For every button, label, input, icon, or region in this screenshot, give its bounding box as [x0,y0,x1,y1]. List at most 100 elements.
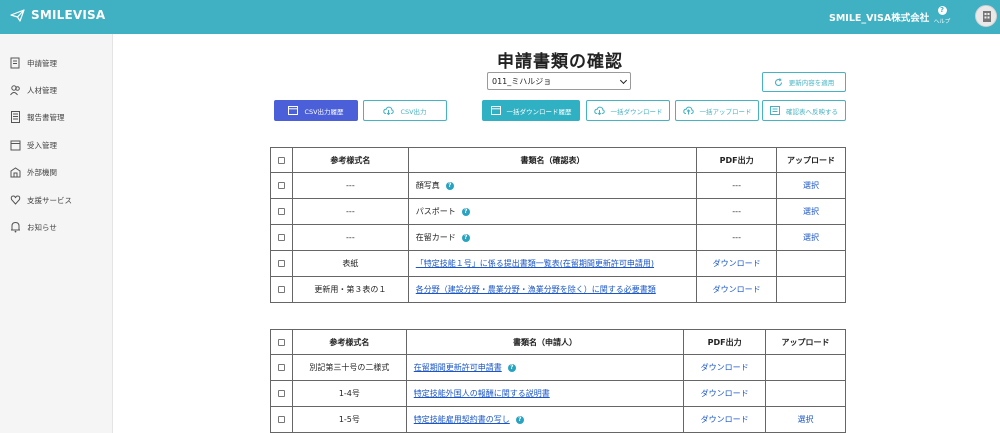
table-row: --- 在留カード? --- 選択 [270,224,846,251]
row-checkbox-cell [270,406,293,433]
pdf-unavailable: --- [732,207,741,216]
sidebar-item-support[interactable]: 支援サービス [10,193,72,207]
sidebar-item-label: 外部機関 [27,167,57,177]
download-link[interactable]: ダウンロード [713,259,761,268]
table-row: --- パスポート? --- 選択 [270,198,846,225]
sidebar-item-acceptance[interactable]: 受入管理 [10,138,57,152]
document-name: パスポート [415,207,456,216]
select-file-link[interactable]: 選択 [803,233,819,242]
select-all-checkbox[interactable] [277,156,285,164]
bulk-download-history-button[interactable]: 一括ダウンロード履歴 [482,100,580,121]
row-checkbox[interactable] [277,182,285,189]
document-name-cell: 顔写真? [407,172,698,199]
sidebar-item-personnel[interactable]: 人材管理 [10,83,57,97]
column-header: PDF出力 [696,147,778,173]
building-icon [10,167,21,178]
select-file-link[interactable]: 選択 [803,207,819,216]
row-checkbox[interactable] [277,416,285,423]
reflect-confirmation-button[interactable]: 確認表へ反映する [762,100,846,121]
confirmation-documents-table: 参考様式名 書類名（確認表） PDF出力 アップロード --- 顔写真? --- 選択… [270,147,846,303]
download-link[interactable]: ダウンロード [713,285,761,294]
window-icon [288,106,299,115]
sidebar-item-label: 受入管理 [27,140,57,150]
pdf-output-cell: ダウンロード [683,380,767,407]
row-checkbox[interactable] [277,286,285,293]
document-name-cell: 各分野（建設分野・農業分野・漁業分野を除く）に関する必要書類 [407,276,698,303]
table-row: 1-4号 特定技能外国人の報酬に関する説明書 ダウンロード [270,380,846,407]
download-link[interactable]: ダウンロード [701,389,749,398]
document-name-cell: 在留期間更新許可申請書? [405,354,685,381]
row-checkbox[interactable] [277,364,285,371]
row-checkbox-cell [270,224,293,251]
help-icon[interactable]: ? [515,415,524,424]
row-checkbox-cell [270,250,293,277]
bulk-upload-button[interactable]: 一括アップロード [675,100,759,121]
document-link[interactable]: 「特定技能１号」に係る提出書類一覧表(在留期間更新許可申請用) [416,259,654,268]
help-icon[interactable]: ? [507,363,516,372]
select-all-checkbox[interactable] [277,338,285,346]
apply-update-button[interactable]: 更新内容を適用 [762,72,846,92]
reference-form-cell: 別記第三十号の二様式 [291,354,407,381]
row-checkbox[interactable] [277,260,285,267]
select-file-link[interactable]: 選択 [798,415,814,424]
sidebar-item-reports[interactable]: 報告書管理 [10,110,65,124]
download-link[interactable]: ダウンロード [701,415,749,424]
csv-output-button[interactable]: CSV出力 [363,100,447,121]
document-name-cell: 在留カード? [407,224,698,251]
brand-logo[interactable]: SMILEVISA [10,8,105,22]
person-select[interactable]: 011_ミハルジョ [487,72,631,90]
document-link[interactable]: 特定技能雇用契約書の写し [414,415,510,424]
page-title: 申請書類の確認 [497,52,623,72]
report-icon [11,111,20,123]
cloud-download-icon [593,106,605,115]
help-icon[interactable]: ? [461,207,470,216]
company-name: SMILE_VISA株式会社 [829,13,930,24]
column-header: 書類名（申請人） [405,329,685,355]
reference-form-cell: 更新用・第３表の１ [291,276,409,303]
document-name-cell: 「特定技能１号」に係る提出書類一覧表(在留期間更新許可申請用) [407,250,698,277]
pdf-unavailable: --- [732,181,741,190]
row-checkbox-cell [270,172,293,199]
help-icon[interactable]: ? [461,233,470,242]
brand-name: SMILEVISA [31,8,106,22]
bulk-download-button[interactable]: 一括ダウンロード [586,100,670,121]
top-bar: SMILEVISA SMILE_VISA株式会社 ? ヘルプ [0,0,1000,34]
sidebar-item-label: 申請管理 [27,58,57,68]
calendar-icon [10,140,21,151]
reference-form-cell: 1-5号 [291,406,407,433]
document-link[interactable]: 各分野（建設分野・農業分野・漁業分野を除く）に関する必要書類 [416,285,656,294]
row-checkbox[interactable] [277,390,285,397]
sidebar-item-label: 支援サービス [27,195,72,205]
csv-history-button[interactable]: CSV出力履歴 [274,100,358,121]
help-button[interactable]: ? ヘルプ [932,6,952,25]
row-checkbox[interactable] [277,208,285,215]
bulk-download-label: 一括ダウンロード [610,107,663,116]
sidebar-item-applications[interactable]: 申請管理 [10,56,57,70]
sidebar-item-notices[interactable]: お知らせ [10,220,57,234]
refresh-icon [774,77,782,86]
applicant-documents-table: 参考様式名 書類名（申請人） PDF出力 アップロード 別記第三十号の二様式 在留… [270,329,846,433]
sidebar-item-external[interactable]: 外部機関 [10,165,57,179]
table-row: 表紙 「特定技能１号」に係る提出書類一覧表(在留期間更新許可申請用) ダウンロード [270,250,846,277]
select-file-link[interactable]: 選択 [803,181,819,190]
upload-cell [776,250,846,277]
document-name-cell: パスポート? [407,198,698,225]
download-link[interactable]: ダウンロード [701,363,749,372]
document-link[interactable]: 特定技能外国人の報酬に関する説明書 [414,389,550,398]
upload-cell: 選択 [776,224,846,251]
column-header: 参考様式名 [291,329,407,355]
row-checkbox-cell [270,198,293,225]
help-icon[interactable]: ? [445,181,454,190]
table-row: --- 顔写真? --- 選択 [270,172,846,199]
reference-form-cell: 1-4号 [291,380,407,407]
avatar[interactable] [975,5,997,27]
document-name-cell: 特定技能雇用契約書の写し? [405,406,685,433]
chevron-down-icon [619,76,628,85]
row-checkbox[interactable] [277,234,285,241]
table-row: 更新用・第３表の１ 各分野（建設分野・農業分野・漁業分野を除く）に関する必要書類 ダ… [270,276,846,303]
document-link[interactable]: 在留期間更新許可申請書 [414,363,502,372]
people-icon [10,85,20,96]
help-icon: ? [937,6,947,15]
upload-cell: 選択 [776,198,846,225]
document-name-cell: 特定技能外国人の報酬に関する説明書 [405,380,685,407]
